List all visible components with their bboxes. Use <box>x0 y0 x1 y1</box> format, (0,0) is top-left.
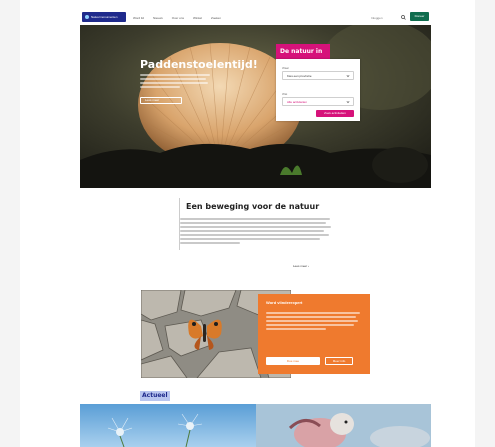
chevron-down-icon <box>346 101 350 104</box>
site-logo[interactable]: Natuurmonumenten <box>82 12 126 22</box>
logo-text: Natuurmonumenten <box>91 15 118 19</box>
news-heading: Actueel <box>140 391 170 401</box>
hero-read-more-button[interactable]: Lees meer <box>140 97 182 104</box>
activity-finder-card: Waar Kies een provincie Wat Alle activit… <box>276 59 360 121</box>
what-label: Wat <box>282 92 288 96</box>
activity-select[interactable]: Alle activiteiten <box>282 97 354 106</box>
search-icon[interactable] <box>401 15 406 20</box>
promo-body-text <box>266 312 360 330</box>
logo-mark-icon <box>85 15 89 19</box>
login-link[interactable]: Inloggen <box>371 15 383 21</box>
hero-button-label: Lees meer <box>145 98 160 102</box>
nav-item-5[interactable]: Zoeken <box>211 15 221 21</box>
movement-body-text <box>180 218 332 244</box>
chevron-down-icon <box>346 75 350 78</box>
hero-banner: Paddenstoelentijd! Lees meer <box>80 25 431 188</box>
web-page: Natuurmonumenten Word lid Nieuws Over on… <box>20 0 475 447</box>
movement-title: Een beweging voor de natuur <box>186 202 320 211</box>
news-images <box>80 404 431 447</box>
nav-item-3[interactable]: Over ons <box>172 15 184 21</box>
hero-intro-text <box>140 74 210 88</box>
movement-read-more-link[interactable]: Lees meer › <box>293 264 309 268</box>
main-nav: Word lid Nieuws Over ons Winkel Zoeken <box>133 15 221 21</box>
finder-title: De natuur in <box>276 44 330 59</box>
hero-mushroom-image <box>80 25 431 188</box>
news-card-bird[interactable] <box>256 404 431 447</box>
where-label: Waar <box>282 66 290 70</box>
read-more-label: Lees meer <box>293 264 308 268</box>
province-select-value: Kies een provincie <box>287 74 312 78</box>
hero-title: Paddenstoelentijd! <box>140 58 258 71</box>
news-card-dandelion[interactable] <box>80 404 256 447</box>
promo-secondary-button[interactable]: Meer info <box>325 357 353 365</box>
donate-button[interactable]: Doneer <box>410 12 429 21</box>
nav-item-2[interactable]: Nieuws <box>153 15 163 21</box>
butterfly-promo: Word vlinderexpert Doe mee Meer info <box>258 294 370 374</box>
search-activities-button[interactable]: Zoek activiteiten <box>316 110 354 117</box>
site-header: Natuurmonumenten Word lid Nieuws Over on… <box>20 8 475 26</box>
browser-background: Natuurmonumenten Word lid Nieuws Over on… <box>0 0 495 447</box>
nav-item-1[interactable]: Word lid <box>133 15 144 21</box>
activity-select-value: Alle activiteiten <box>287 100 308 104</box>
promo-primary-button[interactable]: Doe mee <box>266 357 320 365</box>
nav-item-4[interactable]: Winkel <box>193 15 202 21</box>
province-select[interactable]: Kies een provincie <box>282 71 354 80</box>
promo-title: Word vlinderexpert <box>266 300 303 305</box>
